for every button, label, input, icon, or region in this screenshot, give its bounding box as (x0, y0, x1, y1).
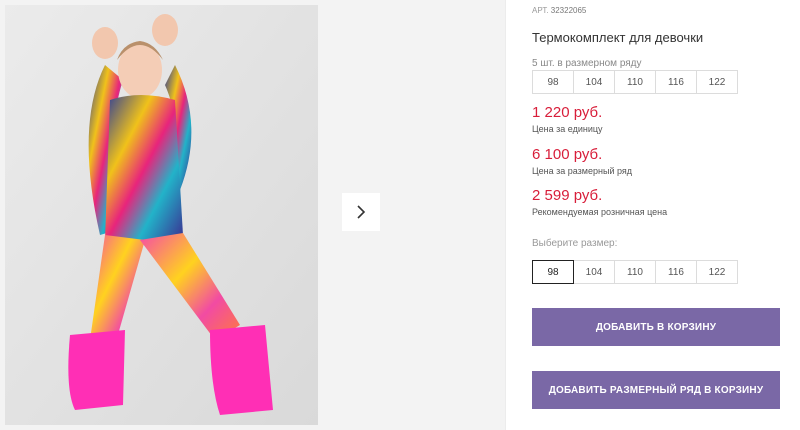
unit-price-note: Цена за единицу (532, 124, 603, 134)
girl-thermal-set-image (5, 5, 318, 425)
row-price-note: Цена за размерный ряд (532, 166, 633, 176)
size-row-list: 98 104 110 116 122 (532, 70, 738, 94)
size-option-104[interactable]: 104 (573, 260, 615, 284)
size-option-122[interactable]: 122 (696, 260, 738, 284)
row-price: 6 100 руб. (532, 146, 603, 163)
article-label: АРТ. (532, 6, 549, 15)
article-number: АРТ. 32322065 (532, 6, 586, 15)
product-photo (5, 5, 318, 425)
size-row-cell: 116 (655, 70, 697, 94)
add-to-cart-button[interactable]: ДОБАВИТЬ В КОРЗИНУ (532, 308, 780, 346)
article-code: 32322065 (550, 6, 587, 15)
size-option-98[interactable]: 98 (532, 260, 574, 284)
retail-price-note: Рекомендуемая розничная цена (532, 207, 668, 217)
product-title: Термокомплект для девочки (532, 30, 704, 45)
size-row-cell: 110 (614, 70, 656, 94)
product-gallery (0, 0, 506, 430)
retail-price: 2 599 руб. (532, 187, 603, 204)
choose-size-label: Выберите размер: (532, 238, 618, 249)
size-row-cell: 98 (532, 70, 574, 94)
size-row-cell: 104 (573, 70, 615, 94)
size-selector: 98 104 110 116 122 (532, 260, 738, 284)
size-option-116[interactable]: 116 (655, 260, 697, 284)
size-row-cell: 122 (696, 70, 738, 94)
add-size-row-to-cart-button[interactable]: ДОБАВИТЬ РАЗМЕРНЫЙ РЯД В КОРЗИНУ (532, 371, 780, 409)
next-image-button[interactable] (342, 193, 380, 231)
chevron-right-icon (357, 205, 366, 219)
size-option-110[interactable]: 110 (614, 260, 656, 284)
unit-price: 1 220 руб. (532, 104, 603, 121)
size-row-caption: 5 шт. в размерном ряду (532, 58, 642, 69)
